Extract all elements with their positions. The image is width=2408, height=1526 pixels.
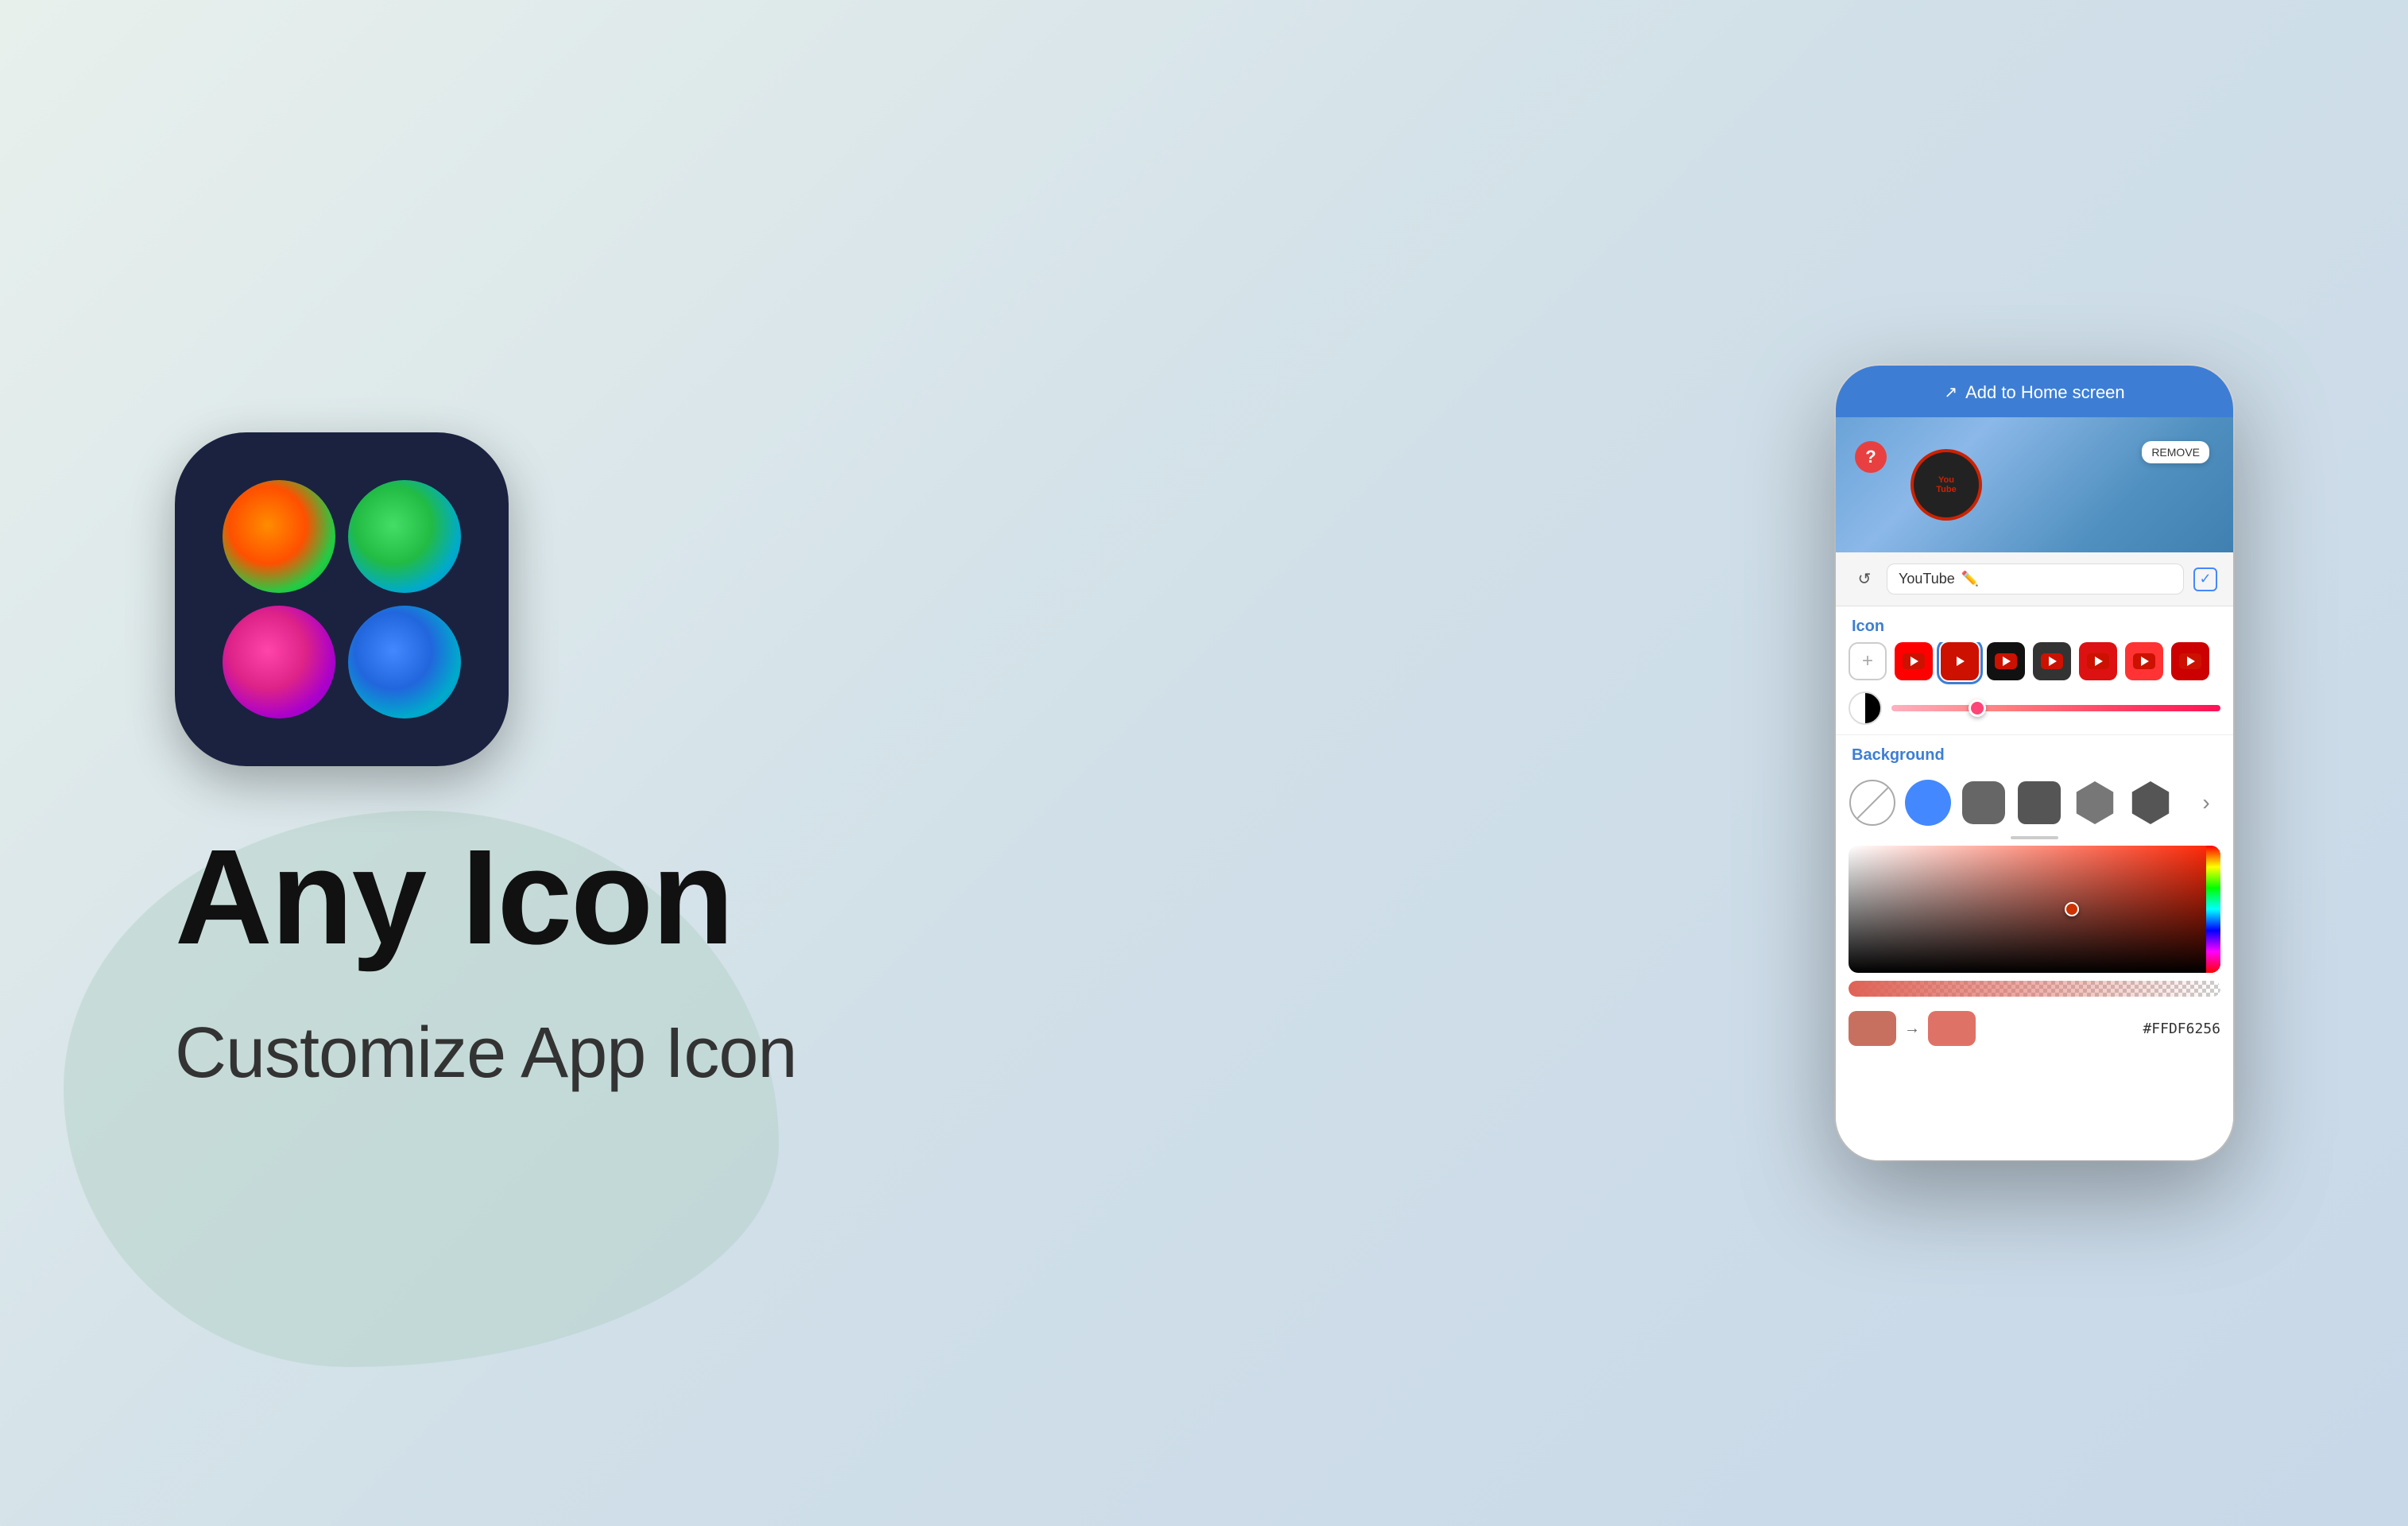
icon-circle-bottom-right bbox=[348, 606, 461, 718]
yt-icon-7[interactable] bbox=[2171, 642, 2209, 680]
edit-icon: ✏️ bbox=[1961, 571, 1979, 587]
yt-icon-3[interactable] bbox=[1987, 642, 2025, 680]
remove-label: REMOVE bbox=[2151, 446, 2200, 459]
shape-rounded-sq2-item[interactable] bbox=[2015, 779, 2063, 827]
color-picker-cursor[interactable] bbox=[2065, 902, 2079, 916]
question-icon[interactable]: ? bbox=[1855, 441, 1887, 473]
phone-frame: ↗ Add to Home screen ? You Tube REMOVE ↺ bbox=[1836, 366, 2233, 1160]
refresh-icon[interactable]: ↺ bbox=[1852, 567, 1877, 592]
shape-none bbox=[1849, 780, 1895, 826]
shape-hexagon-2 bbox=[2129, 781, 2172, 824]
icon-circle-top-left bbox=[223, 480, 335, 593]
yt-play-icon-6 bbox=[2133, 653, 2155, 669]
opacity-thumb[interactable] bbox=[1969, 699, 1986, 717]
shape-hexagon bbox=[2073, 781, 2116, 824]
yt-icon-4[interactable] bbox=[2033, 642, 2071, 680]
shape-rounded-square bbox=[1962, 781, 2005, 824]
phone-name-bar: ↺ YouTube ✏️ ✓ bbox=[1836, 552, 2233, 606]
hue-bar[interactable] bbox=[2206, 846, 2220, 973]
shape-more-item[interactable]: › bbox=[2182, 779, 2230, 827]
scroll-indicator bbox=[2011, 836, 2058, 839]
yt-play-icon-4 bbox=[2041, 653, 2063, 669]
opacity-slider[interactable] bbox=[1891, 705, 2220, 711]
remove-button[interactable]: REMOVE bbox=[2142, 441, 2209, 463]
icon-section-label: Icon bbox=[1836, 606, 2233, 642]
page-subtitle: Customize App Icon bbox=[175, 1013, 796, 1094]
shape-hexagon2-item[interactable] bbox=[2127, 779, 2174, 827]
yt-icon-1[interactable] bbox=[1895, 642, 1933, 680]
shape-none-item[interactable] bbox=[1849, 779, 1896, 827]
arrow-icon: → bbox=[1904, 1020, 1920, 1038]
yt-icon-2[interactable] bbox=[1941, 642, 1979, 680]
right-section: ↗ Add to Home screen ? You Tube REMOVE ↺ bbox=[1836, 366, 2281, 1160]
phone-preview-area: ? You Tube REMOVE bbox=[1836, 417, 2233, 552]
app-icon bbox=[175, 432, 509, 766]
color-gradient[interactable] bbox=[1849, 846, 2220, 973]
youtube-preview-icon[interactable]: You Tube bbox=[1911, 449, 1982, 521]
yt-icon-5[interactable] bbox=[2079, 642, 2117, 680]
color-preview-row: → #FFDF6256 bbox=[1836, 1005, 2233, 1052]
alpha-overlay bbox=[1849, 981, 2220, 997]
yt-icon-6[interactable] bbox=[2125, 642, 2163, 680]
new-color-swatch bbox=[1928, 1011, 1976, 1046]
yt-play-icon-5 bbox=[2087, 653, 2109, 669]
more-shapes-icon: › bbox=[2202, 790, 2209, 815]
add-to-home-label: Add to Home screen bbox=[1965, 382, 2125, 403]
page-title: Any Icon bbox=[175, 830, 733, 965]
yt-play-icon-1 bbox=[1903, 653, 1925, 669]
app-icon-grid bbox=[223, 480, 461, 718]
shape-rounded-square-2 bbox=[2018, 781, 2061, 824]
opacity-slider-row bbox=[1836, 688, 2233, 734]
phone-content: Icon + bbox=[1836, 606, 2233, 1160]
color-picker[interactable] bbox=[1849, 846, 2220, 973]
icon-row: + bbox=[1836, 642, 2233, 688]
original-color-swatch bbox=[1849, 1011, 1896, 1046]
phone-top-bar: ↗ Add to Home screen bbox=[1836, 366, 2233, 417]
shape-hexagon-item[interactable] bbox=[2071, 779, 2119, 827]
background-shapes-row: › bbox=[1836, 771, 2233, 833]
background-section-label: Background bbox=[1836, 735, 2233, 771]
color-mode-button[interactable] bbox=[1849, 691, 1882, 725]
add-to-home-icon: ↗ bbox=[1944, 382, 1957, 402]
icon-circle-bottom-left bbox=[223, 606, 335, 718]
shape-circle bbox=[1905, 780, 1951, 826]
app-name-text: YouTube bbox=[1899, 571, 1955, 587]
hex-value-display[interactable]: #FFDF6256 bbox=[1984, 1021, 2220, 1037]
left-section: Any Icon Customize App Icon bbox=[127, 432, 1836, 1094]
app-name-input[interactable]: YouTube ✏️ bbox=[1887, 564, 2184, 595]
yt-play-icon-3 bbox=[1995, 653, 2017, 669]
alpha-bar[interactable] bbox=[1849, 981, 2220, 997]
confirm-checkmark[interactable]: ✓ bbox=[2193, 567, 2217, 591]
yt-play-icon-2 bbox=[1949, 653, 1971, 669]
shape-rounded-sq-item[interactable] bbox=[1960, 779, 2007, 827]
yt-play-icon-7 bbox=[2179, 653, 2201, 669]
icon-circle-top-right bbox=[348, 480, 461, 593]
add-icon-button[interactable]: + bbox=[1849, 642, 1887, 680]
yt-inner-text: You Tube bbox=[1936, 475, 1956, 494]
shape-circle-item[interactable] bbox=[1904, 779, 1952, 827]
